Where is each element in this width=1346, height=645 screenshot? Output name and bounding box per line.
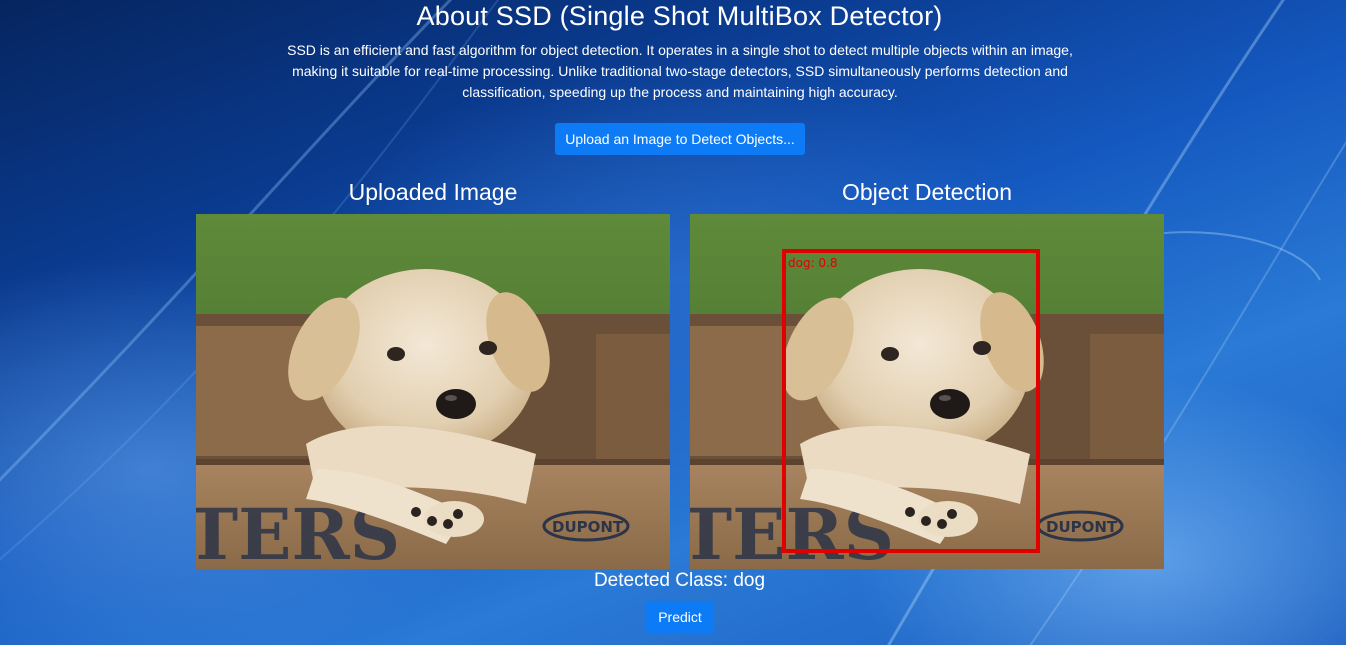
page-title: About SSD (Single Shot MultiBox Detector…	[416, 1, 943, 31]
detection-box-label: dog: 0.8	[788, 256, 838, 270]
detection-image: TERS DUPONT dog: 0.8	[690, 214, 1164, 569]
svg-text:DUPONT: DUPONT	[1046, 518, 1118, 536]
detected-class: Detected Class: dog	[593, 570, 766, 591]
predict-button[interactable]: Predict	[646, 601, 714, 633]
page: About SSD (Single Shot MultiBox Detector…	[0, 0, 1346, 645]
svg-text:DUPONT: DUPONT	[552, 518, 624, 536]
ssd-description: SSD is an efficient and fast algorithm f…	[287, 42, 1073, 100]
uploaded-image: TERS DUPONT	[196, 214, 670, 569]
uploaded-image-title: Uploaded Image	[348, 179, 518, 205]
upload-image-button[interactable]: Upload an Image to Detect Objects...	[555, 123, 805, 155]
object-detection-title: Object Detection	[841, 179, 1013, 205]
